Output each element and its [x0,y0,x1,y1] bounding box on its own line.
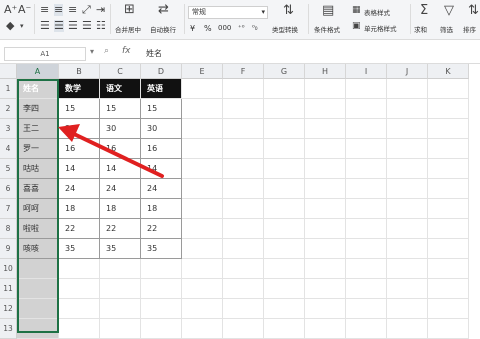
align-middle-icon[interactable]: ≡ [54,4,64,16]
dropdown-icon[interactable]: ▾ [90,47,94,56]
filter-button[interactable]: 筛选 [440,24,453,34]
decrease-decimal-button[interactable]: ⁰₀ [252,24,258,32]
zoom-icon[interactable]: ⌕ [104,46,109,56]
number-format-select[interactable]: 常规 ▾ [188,6,268,19]
sort-button[interactable]: 排序 [463,24,476,34]
type-convert-icon[interactable]: ⇅ [283,4,294,17]
type-convert-button[interactable]: 类型转换 [272,24,298,34]
thousands-button[interactable]: 000 [218,24,231,32]
wrap-text-icon[interactable]: ⇄ [158,3,169,16]
wrap-text-button[interactable]: 自动换行 [150,24,176,34]
red-arrow-annotation [58,124,164,178]
ribbon-toolbar: A⁺ A⁻ ◆ ▾ ≡ ≡ ≡ ⤢ ⇥ ☰ ☰ ☰ ☰ ☷ ⊞ 合并居中 ⇄ 自… [0,0,480,40]
conditional-format-icon[interactable]: ▤ [322,4,334,17]
table-style-icon[interactable]: ▦ [352,4,361,16]
distribute-icon[interactable]: ☷ [96,20,106,32]
formula-input[interactable]: 姓名 [146,48,162,59]
justify-icon[interactable]: ☰ [82,20,92,32]
orientation-icon[interactable]: ⤢ [82,4,91,16]
sum-icon[interactable]: Σ [420,4,428,17]
table-style-button[interactable]: 表格样式 [364,7,390,17]
sort-icon[interactable]: ⇅ [468,4,479,17]
name-box[interactable]: A1 [4,47,86,61]
sum-button[interactable]: 求和 [414,24,427,34]
percent-button[interactable]: % [204,24,212,33]
increase-decimal-button[interactable]: ⁺⁰ [238,24,245,32]
indent-icon[interactable]: ⇥ [96,4,105,16]
align-top-icon[interactable]: ≡ [40,4,49,16]
fill-color-icon[interactable]: ◆ [6,20,14,32]
conditional-format-button[interactable]: 条件格式 [314,24,340,34]
align-left-icon[interactable]: ☰ [40,20,50,32]
spreadsheet-grid[interactable]: ABCDEFGHIJK 1 2 3 4 5 6 7 8 9 10 11 12 13 姓名 数学 语文 英语 李四… [0,64,480,339]
decrease-font-icon[interactable]: A⁻ [18,4,31,16]
merge-cells-icon[interactable]: ⊞ [124,3,135,16]
align-right-icon[interactable]: ☰ [68,20,78,32]
cell-style-button[interactable]: 单元格样式 [364,23,397,33]
fx-icon[interactable]: fx [122,46,131,56]
cell-style-icon[interactable]: ▣ [352,20,361,32]
dropdown-icon[interactable]: ▾ [20,20,24,32]
currency-button[interactable]: ¥ [190,24,195,33]
increase-font-icon[interactable]: A⁺ [4,4,17,16]
formula-bar: A1 ▾ ⌕ fx 姓名 [0,44,480,64]
align-bottom-icon[interactable]: ≡ [68,4,77,16]
filter-icon[interactable]: ▽ [444,4,454,17]
merge-center-button[interactable]: 合并居中 [115,24,141,34]
align-center-icon[interactable]: ☰ [54,20,64,32]
